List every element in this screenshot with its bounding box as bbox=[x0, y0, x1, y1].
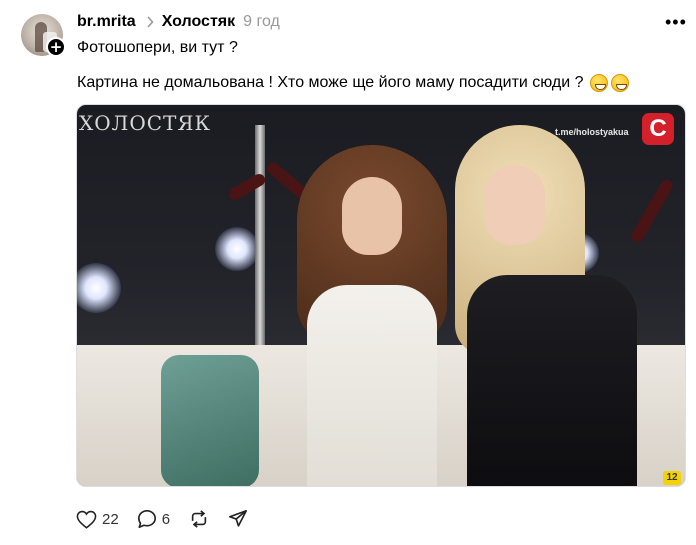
telegram-url-overlay: t.me/holostyakua bbox=[555, 127, 629, 137]
green-pillow bbox=[161, 355, 259, 486]
post-text-line-1: Фотошопери, ви тут ? bbox=[77, 39, 238, 56]
stanchion-pole bbox=[255, 125, 265, 355]
woman-blonde bbox=[437, 125, 637, 486]
community-link[interactable]: Холостяк bbox=[162, 13, 235, 31]
show-logo: ХОЛОСТЯК bbox=[79, 111, 211, 135]
share-button[interactable] bbox=[228, 509, 248, 529]
post-text-line-2: Картина не домальована ! Хто може ще йог… bbox=[77, 74, 629, 92]
repost-button[interactable] bbox=[188, 509, 210, 529]
chevron-right-icon bbox=[146, 16, 154, 28]
post-actions-bar: 22 6 bbox=[76, 508, 266, 530]
grinning-emoji-icon bbox=[589, 74, 608, 92]
channel-logo: С bbox=[642, 113, 674, 145]
send-icon bbox=[228, 509, 248, 529]
smiling-emoji-icon bbox=[610, 74, 629, 92]
username-link[interactable]: br.mrita bbox=[77, 13, 136, 31]
comment-button[interactable]: 6 bbox=[137, 509, 170, 529]
comment-icon bbox=[137, 509, 157, 529]
woman-brunette bbox=[277, 145, 457, 486]
age-rating-badge: 12 bbox=[663, 471, 681, 485]
heart-icon bbox=[76, 510, 97, 529]
stage-light bbox=[77, 263, 121, 313]
woman-blonde-black-jacket bbox=[467, 275, 637, 486]
woman-brunette-white-top bbox=[307, 285, 437, 486]
post-header: br.mrita Холостяк 9 год bbox=[77, 10, 280, 34]
follow-plus-icon[interactable]: + bbox=[46, 37, 66, 57]
stage-light bbox=[215, 227, 259, 271]
post-text-line-2-content: Картина не домальована ! Хто може ще йог… bbox=[77, 74, 584, 91]
post-image[interactable]: ХОЛОСТЯК t.me/holostyakua С 12 bbox=[76, 104, 686, 487]
post-timestamp: 9 год bbox=[243, 13, 280, 30]
more-horizontal-icon[interactable]: ••• bbox=[665, 12, 686, 32]
like-count: 22 bbox=[102, 510, 119, 528]
woman-blonde-face bbox=[485, 165, 545, 245]
comment-count: 6 bbox=[161, 510, 171, 528]
woman-brunette-face bbox=[342, 177, 402, 255]
like-button[interactable]: 22 bbox=[76, 510, 119, 529]
repost-icon bbox=[188, 509, 210, 529]
